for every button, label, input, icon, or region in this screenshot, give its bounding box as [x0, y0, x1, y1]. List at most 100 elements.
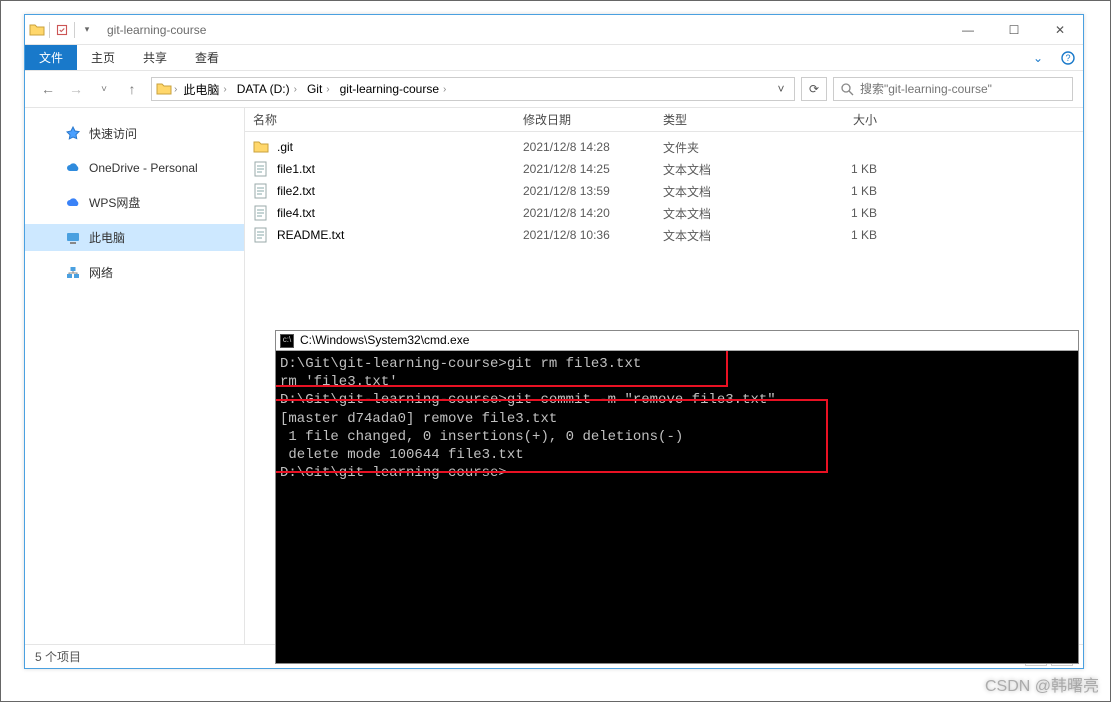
file-date: 2021/12/8 14:20	[515, 206, 655, 220]
status-item-count: 5 个项目	[35, 648, 81, 665]
table-row[interactable]: file2.txt 2021/12/8 13:59文本文档1 KB	[245, 180, 1083, 202]
column-header-date[interactable]: 修改日期	[515, 111, 655, 128]
svg-text:?: ?	[1065, 53, 1070, 63]
column-header-name[interactable]: 名称	[245, 111, 515, 128]
file-size: 1 KB	[785, 162, 885, 176]
nav-forward-button[interactable]: →	[67, 81, 85, 97]
text-file-icon	[253, 161, 269, 177]
watermark: CSDN @韩曙亮	[985, 672, 1099, 696]
nav-back-button[interactable]: ←	[39, 81, 57, 97]
cloud-icon	[65, 160, 81, 176]
breadcrumb-item[interactable]: Git›	[303, 82, 336, 96]
search-box[interactable]	[833, 77, 1073, 101]
table-row[interactable]: file1.txt 2021/12/8 14:25文本文档1 KB	[245, 158, 1083, 180]
file-type: 文本文档	[655, 161, 785, 178]
qat-properties-icon[interactable]	[54, 22, 70, 38]
maximize-button[interactable]: ☐	[991, 15, 1037, 44]
column-header-type[interactable]: 类型	[655, 111, 785, 128]
file-date: 2021/12/8 14:25	[515, 162, 655, 176]
breadcrumb-root-icon	[156, 81, 172, 97]
address-dropdown-button[interactable]: ˅	[772, 82, 790, 96]
cmd-output[interactable]: D:\Git\git-learning-course>git rm file3.…	[276, 351, 1078, 663]
text-file-icon	[253, 205, 269, 221]
file-size: 1 KB	[785, 228, 885, 242]
sidebar-item-label: 快速访问	[89, 125, 137, 142]
text-file-icon	[253, 227, 269, 243]
table-row[interactable]: file4.txt 2021/12/8 14:20文本文档1 KB	[245, 202, 1083, 224]
sidebar-item[interactable]: 此电脑	[25, 224, 244, 251]
ribbon-tab-file[interactable]: 文件	[25, 45, 77, 70]
file-date: 2021/12/8 13:59	[515, 184, 655, 198]
qat-separator	[74, 22, 75, 38]
cmd-title-text: C:\Windows\System32\cmd.exe	[300, 333, 469, 349]
ribbon-tab-view[interactable]: 查看	[181, 45, 233, 70]
close-button[interactable]: ✕	[1037, 15, 1083, 44]
folder-icon	[253, 139, 269, 155]
qat-separator	[49, 22, 50, 38]
file-type: 文本文档	[655, 183, 785, 200]
qat-dropdown-icon[interactable]: ▾	[79, 22, 95, 38]
minimize-button[interactable]: —	[945, 15, 991, 44]
app-folder-icon	[29, 22, 45, 38]
nav-up-button[interactable]: ↑	[123, 81, 141, 97]
pc-icon	[65, 230, 81, 246]
sidebar-item[interactable]: 快速访问	[25, 120, 244, 147]
net-icon	[65, 265, 81, 281]
cloud2-icon	[65, 195, 81, 211]
file-size: 1 KB	[785, 206, 885, 220]
navigation-sidebar: 快速访问 OneDrive - Personal WPS网盘此电脑网络	[25, 108, 245, 644]
cmd-icon: c:\	[280, 334, 294, 348]
file-date: 2021/12/8 10:36	[515, 228, 655, 242]
table-row[interactable]: .git 2021/12/8 14:28文件夹	[245, 136, 1083, 158]
search-icon	[840, 82, 854, 96]
breadcrumb-item[interactable]: git-learning-course›	[336, 82, 453, 96]
nav-recent-button[interactable]: ˅	[95, 84, 113, 95]
file-date: 2021/12/8 14:28	[515, 140, 655, 154]
file-name: file1.txt	[277, 162, 315, 176]
help-button[interactable]: ?	[1053, 45, 1083, 70]
file-size: 1 KB	[785, 184, 885, 198]
file-type: 文本文档	[655, 227, 785, 244]
text-file-icon	[253, 183, 269, 199]
file-name: README.txt	[277, 228, 344, 242]
file-type: 文本文档	[655, 205, 785, 222]
file-name: file4.txt	[277, 206, 315, 220]
sidebar-item[interactable]: WPS网盘	[25, 189, 244, 216]
breadcrumb-item[interactable]: 此电脑›	[179, 81, 232, 98]
cmd-window: c:\ C:\Windows\System32\cmd.exe D:\Git\g…	[275, 330, 1079, 664]
file-type: 文件夹	[655, 139, 785, 156]
sidebar-item-label: 此电脑	[89, 229, 125, 246]
breadcrumb-item[interactable]: DATA (D:)›	[233, 82, 303, 96]
ribbon-expand-button[interactable]: ⌄	[1023, 45, 1053, 70]
cmd-titlebar[interactable]: c:\ C:\Windows\System32\cmd.exe	[276, 331, 1078, 351]
star-icon	[65, 126, 81, 142]
sidebar-item[interactable]: OneDrive - Personal	[25, 155, 244, 181]
file-list: .git 2021/12/8 14:28文件夹 file1.txt 2021/12/8…	[245, 132, 1083, 250]
titlebar: ▾ git-learning-course — ☐ ✕	[25, 15, 1083, 45]
file-name: file2.txt	[277, 184, 315, 198]
ribbon-tab-share[interactable]: 共享	[129, 45, 181, 70]
sidebar-item-label: OneDrive - Personal	[89, 161, 198, 175]
terminal-line: D:\Git\git-learning-course>git rm file3.…	[280, 355, 1078, 373]
address-bar: ← → ˅ ↑ › 此电脑› DATA (D:)› Git› git-learn…	[25, 71, 1083, 107]
terminal-line: [master d74ada0] remove file3.txt	[280, 410, 1078, 428]
terminal-line: D:\Git\git-learning-course>git commit -m…	[280, 391, 1078, 409]
terminal-line: delete mode 100644 file3.txt	[280, 446, 1078, 464]
file-name: .git	[277, 140, 293, 154]
ribbon-tabs: 文件 主页 共享 查看 ⌄ ?	[25, 45, 1083, 71]
terminal-line: rm 'file3.txt'	[280, 373, 1078, 391]
sidebar-item-label: WPS网盘	[89, 194, 140, 211]
window-title: git-learning-course	[101, 23, 945, 37]
sidebar-item-label: 网络	[89, 264, 113, 281]
terminal-line: D:\Git\git-learning-course>	[280, 464, 1078, 482]
table-row[interactable]: README.txt 2021/12/8 10:36文本文档1 KB	[245, 224, 1083, 246]
search-input[interactable]	[860, 82, 1066, 96]
ribbon-tab-home[interactable]: 主页	[77, 45, 129, 70]
sidebar-item[interactable]: 网络	[25, 259, 244, 286]
refresh-button[interactable]: ⟳	[801, 77, 827, 101]
column-headers: 名称 修改日期 类型 大小	[245, 108, 1083, 132]
column-header-size[interactable]: 大小	[785, 111, 885, 128]
breadcrumb[interactable]: › 此电脑› DATA (D:)› Git› git-learning-cour…	[151, 77, 795, 101]
chevron-right-icon[interactable]: ›	[172, 84, 179, 95]
terminal-line: 1 file changed, 0 insertions(+), 0 delet…	[280, 428, 1078, 446]
